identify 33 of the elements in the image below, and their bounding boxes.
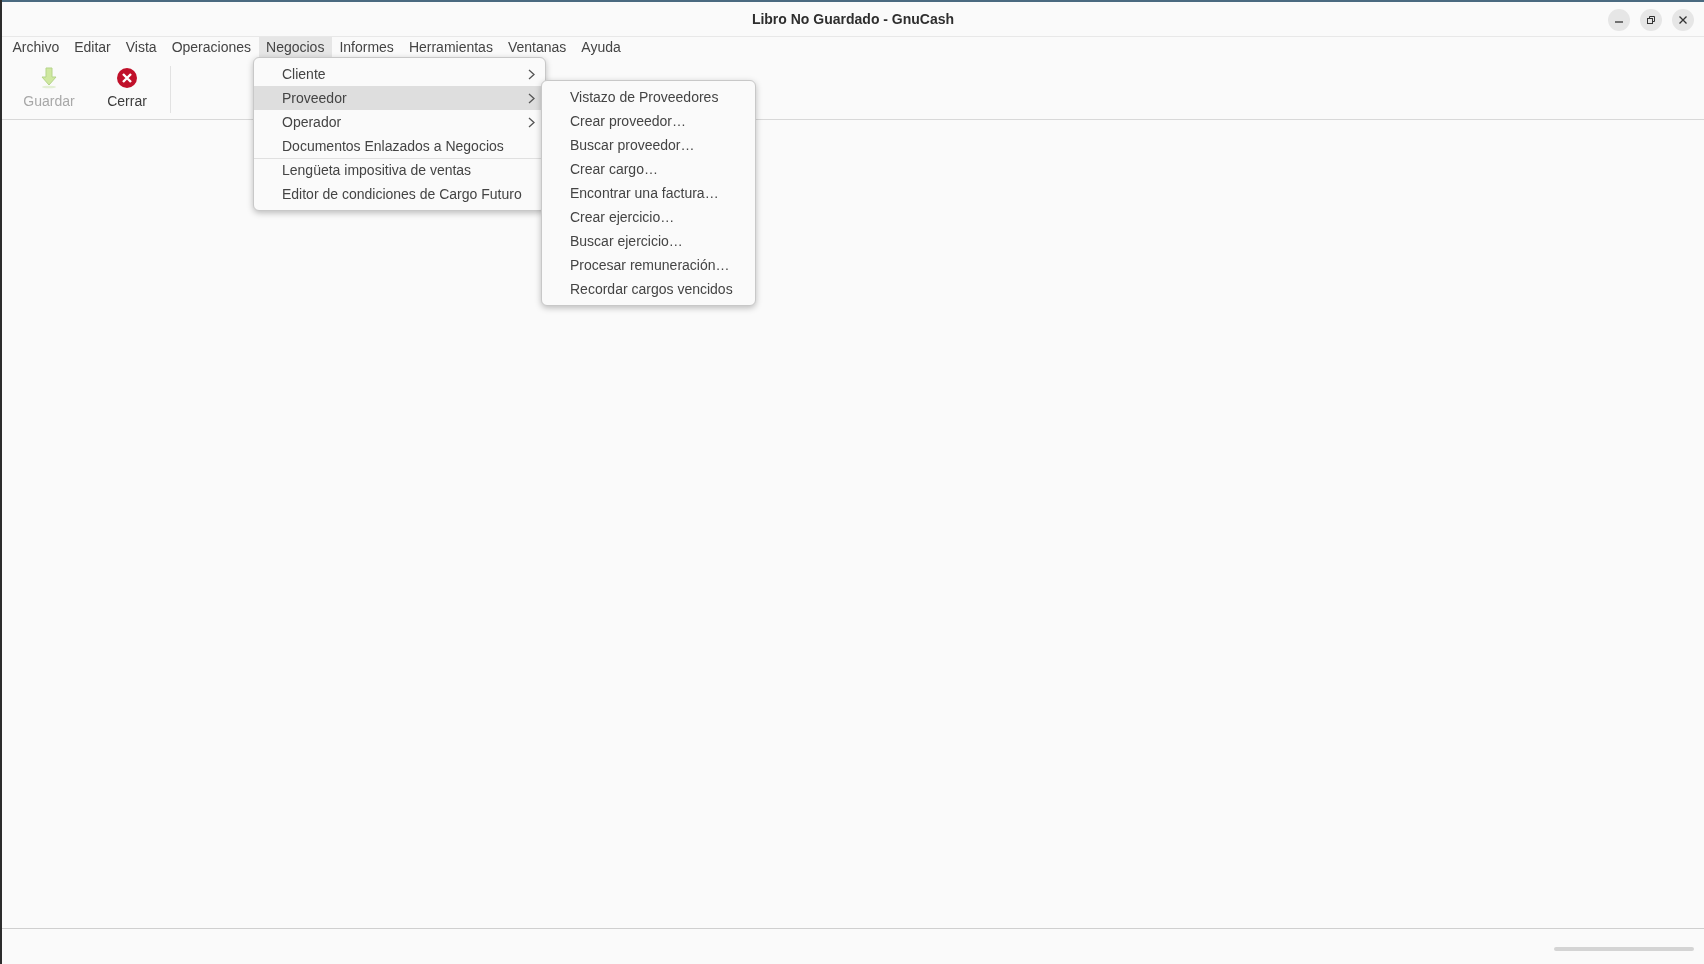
menu-item[interactable]: Crear ejercicio… <box>542 205 755 229</box>
minimize-button[interactable] <box>1608 9 1630 31</box>
restore-button[interactable] <box>1640 9 1662 31</box>
menu-item[interactable]: Editor de condiciones de Cargo Futuro <box>254 182 545 206</box>
menu-item[interactable]: Crear proveedor… <box>542 109 755 133</box>
menu-item[interactable]: Operador <box>254 110 545 134</box>
menu-item[interactable]: Vista <box>118 37 165 60</box>
menu-item[interactable]: Buscar ejercicio… <box>542 229 755 253</box>
close-icon <box>1678 15 1688 25</box>
menu-item[interactable]: Archivo <box>5 37 67 60</box>
menu-item[interactable]: Herramientas <box>401 37 501 60</box>
menu-item[interactable]: Informes <box>331 37 402 60</box>
menu-item[interactable]: Ayuda <box>573 37 629 60</box>
menu-item[interactable]: Buscar proveedor… <box>542 133 755 157</box>
menu-item[interactable]: Documentos Enlazados a Negocios <box>254 134 545 158</box>
chevron-icon <box>528 68 535 80</box>
menu-item[interactable]: Vistazo de Proveedores <box>542 85 755 109</box>
menu-item[interactable]: Procesar remuneración… <box>542 253 755 277</box>
menu-item[interactable]: Editar <box>66 37 119 60</box>
close-icon <box>116 67 138 89</box>
window-title: Libro No Guardado - GnuCash <box>751 9 955 29</box>
menu-item[interactable]: Recordar cargos vencidos <box>542 277 755 301</box>
chevron-icon <box>528 116 535 128</box>
menu-item[interactable]: Ventanas <box>500 37 574 60</box>
restore-icon <box>1646 15 1656 25</box>
menu-item[interactable]: Crear cargo… <box>542 157 755 181</box>
menu-item[interactable]: Cliente <box>254 62 545 86</box>
down-arrow-icon <box>40 67 58 89</box>
menu-item[interactable]: Encontrar una factura… <box>542 181 755 205</box>
close-button[interactable] <box>1672 9 1694 31</box>
menu-item[interactable]: Operaciones <box>164 37 259 60</box>
toolbar-button[interactable]: Cerrar <box>88 60 166 119</box>
chevron-icon <box>528 92 535 104</box>
